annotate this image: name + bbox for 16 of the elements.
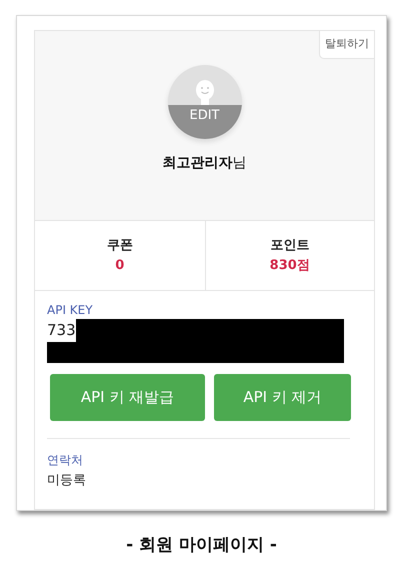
avatar[interactable]: EDIT bbox=[168, 65, 242, 139]
stat-label: 쿠폰 bbox=[106, 237, 133, 255]
stat-value: 830점 bbox=[270, 256, 310, 274]
contact-label: 연락처 bbox=[47, 452, 84, 469]
api-key-button[interactable]: API 키 재발급 bbox=[50, 374, 205, 421]
user-name: 최고관리자님 bbox=[162, 154, 246, 173]
api-key-button[interactable]: API 키 제거 bbox=[214, 374, 351, 421]
caption: - 회원 마이페이지 - bbox=[126, 534, 277, 557]
person-icon bbox=[194, 79, 216, 105]
api-key-label: API KEY bbox=[47, 302, 94, 319]
api-key-value: 733 bbox=[47, 320, 76, 341]
contact-value: 미등록 bbox=[47, 472, 87, 490]
withdraw-button[interactable]: 탈퇴하기 bbox=[319, 31, 374, 58]
stat-value: 0 bbox=[115, 256, 124, 274]
edit-label[interactable]: EDIT bbox=[168, 105, 242, 139]
stat-label: 포인트 bbox=[270, 237, 310, 255]
